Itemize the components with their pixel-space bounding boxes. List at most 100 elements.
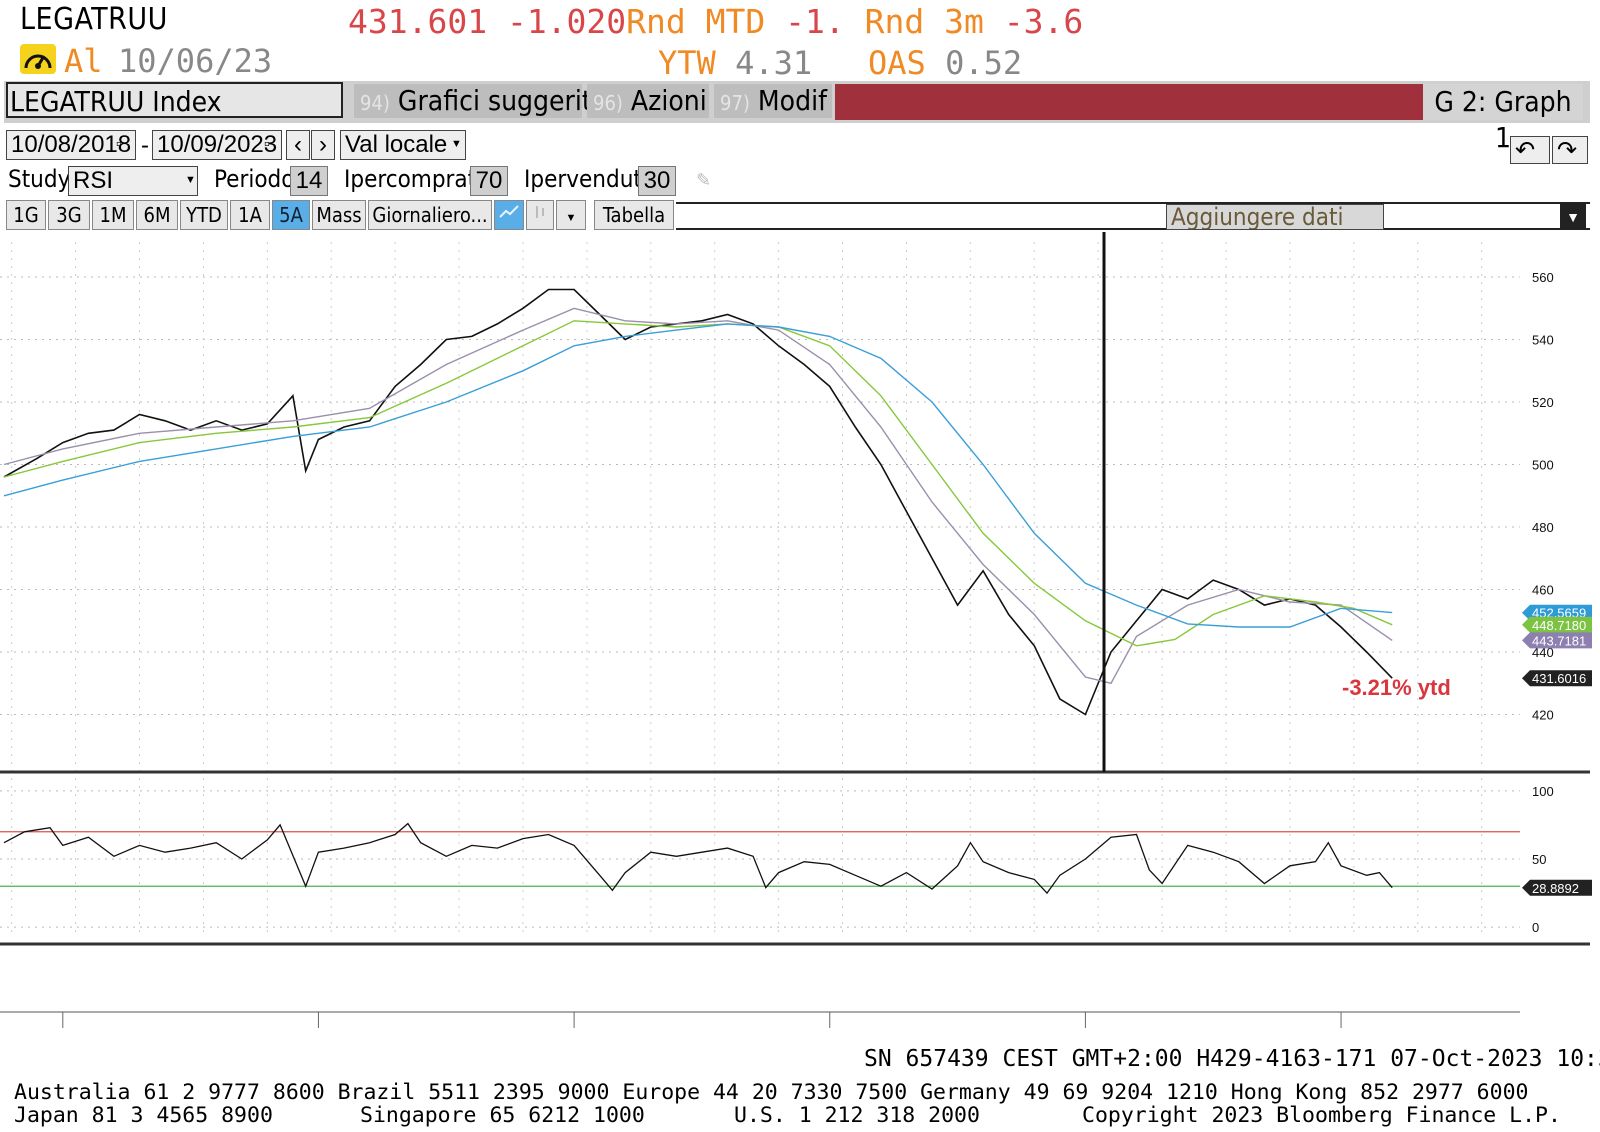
- rsi-line: [3, 822, 1393, 895]
- edit-menu[interactable]: 97) Modif ▼: [714, 84, 845, 118]
- suggested-charts-menu[interactable]: 94) Grafici suggeriti ▼: [354, 84, 616, 118]
- contacts-line-2a: Japan 81 3 4565 8900: [14, 1103, 273, 1128]
- last-value-badge: 431.6016: [1522, 670, 1592, 687]
- range-6m-button[interactable]: 6M: [136, 200, 178, 230]
- last-price: 431.601: [348, 2, 488, 41]
- chevron-down-icon[interactable]: ▼: [1560, 204, 1586, 230]
- calendar-icon[interactable]: ▫: [116, 136, 122, 154]
- contacts-line-2c: U.S. 1 212 318 2000: [734, 1103, 980, 1128]
- ticker-title: LEGATRUU: [20, 2, 168, 37]
- graph-tab[interactable]: G 2: Graph 1: [1423, 84, 1583, 154]
- y-tick-label: 480: [1532, 520, 1554, 535]
- contacts-line-1: Australia 61 2 9777 8600 Brazil 5511 239…: [14, 1080, 1529, 1105]
- x-tick-label: 2021: [687, 1030, 716, 1032]
- gauge-icon[interactable]: [20, 44, 56, 74]
- price-series-line: [3, 288, 1393, 716]
- study-label: Study: [8, 165, 71, 193]
- undo-icon[interactable]: ↶: [1510, 136, 1550, 164]
- last-value-badge: 443.7181: [1522, 632, 1592, 649]
- currency-select[interactable]: Val locale: [340, 130, 466, 160]
- chart-grid: [0, 242, 1520, 938]
- ytd-annotation: -3.21% ytd: [1342, 675, 1451, 700]
- actions-label: Azioni: [630, 84, 707, 117]
- y-tick-label: 560: [1532, 270, 1554, 285]
- y-tick-label: 50: [1532, 852, 1546, 867]
- rnd-label: Rnd: [626, 2, 686, 41]
- actions-menu[interactable]: 96) Azioni ▼: [587, 84, 724, 118]
- session-info: SN 657439 CEST GMT+2:00 H429-4163-171 07…: [864, 1046, 1600, 1072]
- range-1d-button[interactable]: 1G: [6, 200, 46, 230]
- y-tick-label: 100: [1532, 784, 1554, 799]
- net-change: -1.020: [506, 2, 627, 41]
- table-button[interactable]: Tabella: [594, 200, 674, 230]
- rsi-series-group: [0, 822, 1520, 895]
- chevron-right-icon[interactable]: ›: [311, 130, 335, 160]
- price-series-line: [3, 307, 1393, 685]
- y-tick-label: 460: [1532, 583, 1554, 598]
- add-data-input[interactable]: Aggiungere dati: [1166, 204, 1384, 230]
- overbought-label: Ipercomprato: [344, 165, 490, 193]
- toolbar-red-area: [835, 84, 1423, 120]
- add-data-bar: [676, 202, 1590, 230]
- suggested-charts-label: Grafici suggeriti: [397, 84, 599, 117]
- contacts-line-2b: Singapore 65 6212 1000: [360, 1103, 645, 1128]
- y-tick-label: 0: [1532, 920, 1539, 935]
- oas-value: 0.52: [945, 44, 1023, 82]
- badge-value: 28.8892: [1532, 881, 1579, 896]
- y-tick-label: 500: [1532, 458, 1554, 473]
- mtd-label: MTD: [705, 2, 766, 41]
- badge-value: 448.7180: [1532, 618, 1586, 633]
- edit-label: Modif: [757, 84, 827, 117]
- line-chart-icon[interactable]: [494, 200, 524, 230]
- price-series-line: [3, 323, 1393, 628]
- mtd-value: -1.: [785, 2, 845, 41]
- ytw-value: 4.31: [735, 44, 813, 82]
- x-tick-label: 2022: [943, 1030, 972, 1032]
- range-1m-button[interactable]: 1M: [92, 200, 134, 230]
- price-line: 431.601 -1.020Rnd MTD -1. Rnd 3m -3.6: [348, 2, 1083, 41]
- three-month-value: -3.6: [1003, 2, 1084, 41]
- badge-value: 431.6016: [1532, 671, 1586, 686]
- range-max-button[interactable]: Mass: [312, 200, 366, 230]
- security-input[interactable]: LEGATRUU Index: [6, 82, 343, 118]
- as-of-date: 10/06/23: [118, 42, 273, 80]
- redo-icon[interactable]: ↷: [1552, 136, 1588, 164]
- range-ytd-button[interactable]: YTD: [180, 200, 228, 230]
- y-axis: 420440460480500520540560050100: [1532, 270, 1554, 935]
- price-chart: 420440460480500520540560050100 201920202…: [0, 232, 1592, 1032]
- end-date-field[interactable]: 10/09/2023: [152, 130, 282, 160]
- chart-style-icon[interactable]: [526, 200, 554, 230]
- date-separator: -: [141, 132, 149, 159]
- calendar-icon[interactable]: ▫: [264, 136, 270, 154]
- y-tick-label: 520: [1532, 395, 1554, 410]
- period-label: Periodo: [214, 165, 295, 193]
- chevron-down-icon[interactable]: ▼: [556, 200, 586, 230]
- ytw-block: YTW 4.31: [658, 44, 812, 82]
- price-series-group: [3, 288, 1393, 716]
- ytw-label: YTW: [658, 44, 716, 82]
- overbought-field[interactable]: 70: [470, 166, 508, 196]
- last-value-badge: 448.7180: [1522, 616, 1592, 633]
- rsi-last-value-badge: 28.8892: [1522, 879, 1592, 896]
- y-tick-label: 540: [1532, 333, 1554, 348]
- x-tick-label: 2019: [176, 1030, 205, 1032]
- range-1y-button[interactable]: 1A: [230, 200, 270, 230]
- rnd-label-2: Rnd: [864, 2, 925, 41]
- study-select[interactable]: RSI: [68, 166, 198, 196]
- range-3d-button[interactable]: 3G: [48, 200, 90, 230]
- chevron-left-icon[interactable]: ‹: [286, 130, 310, 160]
- x-tick-label: 2024: [1454, 1030, 1483, 1032]
- frequency-select[interactable]: Giornaliero...: [368, 200, 492, 230]
- y-tick-label: 420: [1532, 708, 1554, 723]
- oas-label: OAS: [868, 44, 926, 82]
- oversold-field[interactable]: 30: [638, 166, 676, 196]
- period-field[interactable]: 14: [290, 166, 328, 196]
- chevron-down-icon: ▼: [451, 138, 462, 150]
- chevron-down-icon: ▼: [185, 174, 196, 186]
- oas-block: OAS 0.52: [868, 44, 1022, 82]
- copyright: Copyright 2023 Bloomberg Finance L.P.: [1082, 1103, 1561, 1128]
- oversold-label: Ipervenduto: [524, 165, 656, 193]
- pencil-icon[interactable]: ✎: [696, 170, 711, 191]
- range-5y-button[interactable]: 5A: [272, 200, 310, 230]
- badge-value: 443.7181: [1532, 633, 1586, 648]
